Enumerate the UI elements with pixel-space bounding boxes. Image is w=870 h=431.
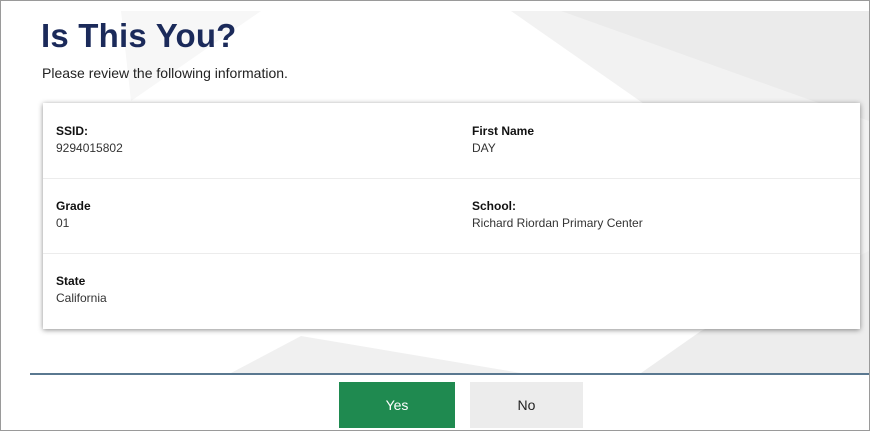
no-button[interactable]: No xyxy=(470,382,583,428)
dialog-window: Is This You? Please review the following… xyxy=(0,0,870,431)
ssid-field: SSID: 9294015802 xyxy=(56,124,123,155)
grade-label: Grade xyxy=(56,199,91,213)
info-row: State California xyxy=(43,253,860,328)
first-name-value: DAY xyxy=(472,141,496,155)
student-info-card: SSID: 9294015802 First Name DAY Grade 01… xyxy=(43,103,860,329)
page-subtitle: Please review the following information. xyxy=(42,65,288,81)
state-field: State California xyxy=(56,274,107,305)
first-name-label: First Name xyxy=(472,124,535,138)
yes-button[interactable]: Yes xyxy=(339,382,455,428)
ssid-label: SSID: xyxy=(56,124,89,138)
school-label: School: xyxy=(472,199,516,213)
info-row: SSID: 9294015802 First Name DAY xyxy=(43,103,860,179)
page-title: Is This You? xyxy=(41,17,237,54)
school-field: School: Richard Riordan Primary Center xyxy=(472,199,643,230)
school-value: Richard Riordan Primary Center xyxy=(472,216,643,230)
info-row: Grade 01 School: Richard Riordan Primary… xyxy=(43,178,860,254)
state-label: State xyxy=(56,274,86,288)
grade-value: 01 xyxy=(56,216,70,230)
ssid-value: 9294015802 xyxy=(56,141,123,155)
state-value: California xyxy=(56,291,107,305)
footer-divider xyxy=(30,373,869,375)
grade-field: Grade 01 xyxy=(56,199,91,230)
first-name-field: First Name DAY xyxy=(472,124,534,155)
